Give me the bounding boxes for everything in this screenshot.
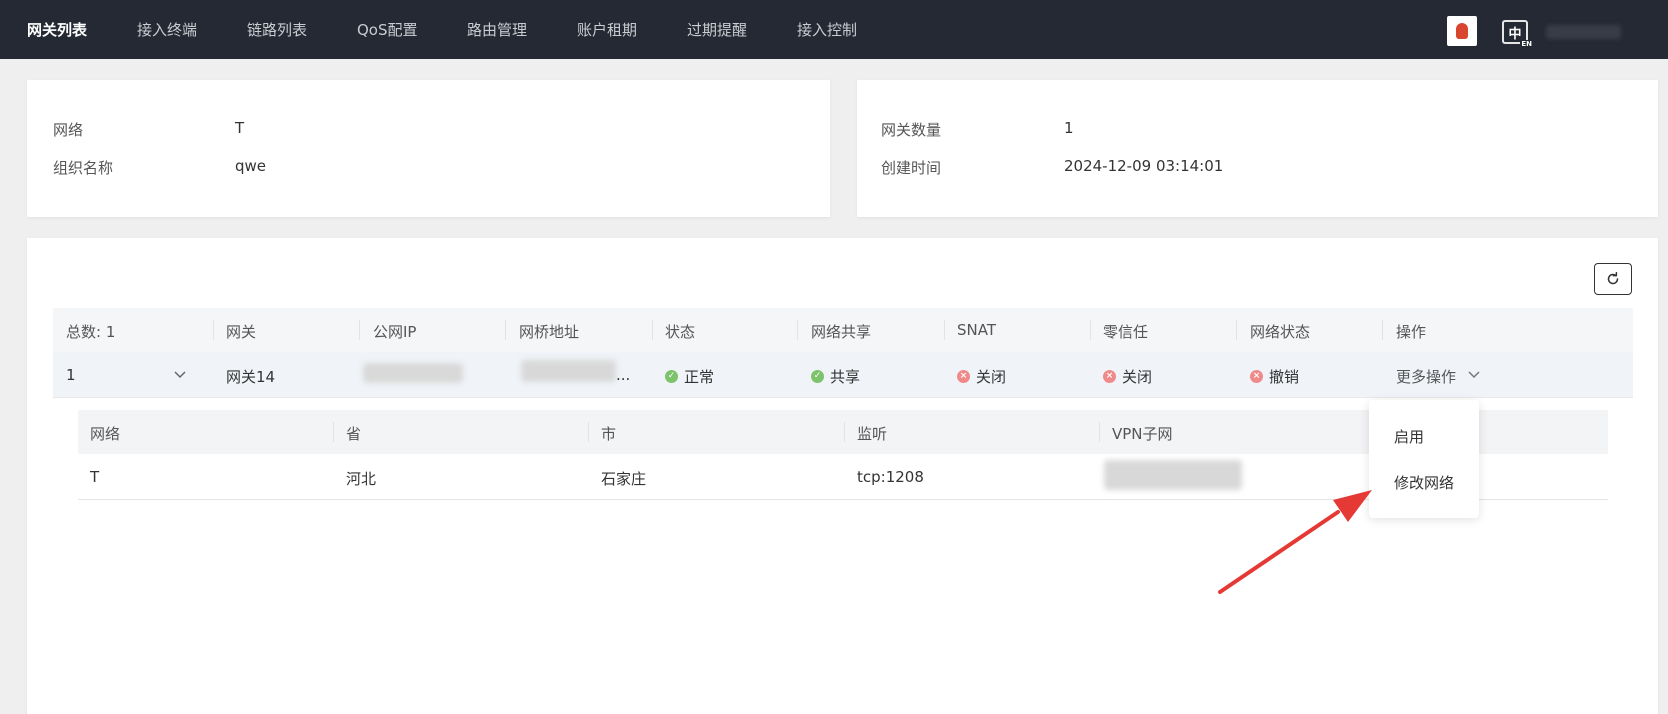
expand-chevron-icon[interactable] (173, 370, 187, 380)
avatar-image (1456, 23, 1468, 39)
header-gateway: 网关 (226, 323, 257, 341)
row-snat: × 关闭 (957, 366, 1006, 387)
header-divider (1090, 320, 1091, 340)
header-snat: SNAT (957, 321, 997, 339)
row-snat-text: 关闭 (976, 368, 1007, 386)
lang-sub-label: EN (1520, 40, 1533, 48)
header-network-share: 网络共享 (811, 323, 872, 341)
close-circle-icon: × (1250, 370, 1263, 383)
bridge-address-redacted (521, 360, 616, 382)
nav-link-list[interactable]: 链路列表 (247, 19, 307, 40)
header-divider (359, 320, 360, 340)
nav-qos-config[interactable]: QoS配置 (357, 19, 418, 40)
dropdown-item-edit-network[interactable]: 修改网络 (1394, 472, 1454, 493)
sub-row-network: T (90, 468, 100, 486)
nav-gateway-list[interactable]: 网关列表 (27, 19, 87, 40)
username-redacted[interactable] (1546, 25, 1621, 39)
chevron-down-icon[interactable] (1467, 370, 1481, 380)
refresh-icon (1607, 271, 1619, 285)
header-zero-trust: 零信任 (1103, 323, 1149, 341)
header-divider (213, 320, 214, 340)
header-divider (1236, 320, 1237, 340)
gateway-summary-card: 网关数量 1 创建时间 2024-12-09 03:14:01 (857, 80, 1658, 217)
header-divider (1099, 422, 1100, 442)
row-network-status: × 撤销 (1250, 366, 1299, 387)
nav-account-lease[interactable]: 账户租期 (577, 19, 637, 40)
public-ip-redacted (363, 363, 463, 383)
sub-row-city: 石家庄 (601, 470, 647, 488)
row-zero-trust: × 关闭 (1103, 366, 1152, 387)
nav-access-control[interactable]: 接入控制 (797, 19, 857, 40)
gateway-count-label: 网关数量 (881, 121, 942, 139)
org-name-value: qwe (235, 157, 267, 175)
sub-header-network: 网络 (90, 425, 121, 443)
header-status: 状态 (665, 323, 696, 341)
row-status-text: 正常 (684, 368, 715, 386)
sub-header-vpn-subnet: VPN子网 (1112, 425, 1173, 443)
nav-route-management[interactable]: 路由管理 (467, 19, 527, 40)
gateway-table-header: 总数: 1 网关 公网IP 网桥地址 状态 网络共享 SNAT 零信任 网络状态… (53, 308, 1633, 352)
header-actions: 操作 (1396, 323, 1427, 341)
avatar[interactable] (1447, 16, 1477, 46)
header-divider (844, 422, 845, 442)
sub-header-listen: 监听 (857, 425, 888, 443)
more-actions-dropdown: 启用 修改网络 (1369, 400, 1479, 518)
check-circle-icon: ✓ (665, 370, 678, 383)
header-divider (505, 320, 506, 340)
row-gateway-name: 网关14 (226, 368, 276, 386)
row-network-status-text: 撤销 (1269, 368, 1300, 386)
language-switch-icon[interactable]: 中 EN (1502, 20, 1533, 48)
vpn-subnet-redacted (1104, 460, 1242, 490)
network-info-card: 网络 T 组织名称 qwe (27, 80, 830, 217)
org-name-label: 组织名称 (53, 159, 114, 177)
more-actions-button[interactable]: 更多操作 (1396, 366, 1456, 387)
nav-expiry-reminder[interactable]: 过期提醒 (687, 19, 747, 40)
row-zero-trust-text: 关闭 (1122, 368, 1153, 386)
row-network-share: ✓ 共享 (811, 366, 860, 387)
close-circle-icon: × (957, 370, 970, 383)
sub-header-city: 市 (601, 425, 617, 443)
row-index: 1 (66, 366, 76, 384)
header-total: 总数: 1 (66, 323, 116, 341)
sub-row-province: 河北 (346, 470, 377, 488)
header-bridge-address: 网桥地址 (519, 323, 580, 341)
lang-main-label: 中 (1508, 26, 1522, 42)
dropdown-item-enable[interactable]: 启用 (1394, 426, 1424, 447)
header-network-status: 网络状态 (1250, 323, 1311, 341)
sub-row-listen: tcp:1208 (857, 468, 924, 486)
header-divider (1382, 320, 1383, 340)
header-divider (333, 422, 334, 442)
gateway-count-value: 1 (1064, 119, 1074, 137)
nav-access-terminal[interactable]: 接入终端 (137, 19, 197, 40)
created-time-value: 2024-12-09 03:14:01 (1064, 157, 1224, 175)
network-label: 网络 (53, 121, 84, 139)
close-circle-icon: × (1103, 370, 1116, 383)
refresh-button[interactable] (1594, 263, 1632, 295)
table-row[interactable]: 1 网关14 ... ✓ 正常 ✓ 共享 × 关闭 × 关闭 × 撤销 更多操作 (53, 352, 1633, 398)
top-nav: 网关列表 接入终端 链路列表 QoS配置 路由管理 账户租期 过期提醒 接入控制… (0, 0, 1668, 59)
header-divider (797, 320, 798, 340)
network-value: T (235, 119, 245, 137)
row-network-share-text: 共享 (830, 368, 861, 386)
row-status: ✓ 正常 (665, 366, 714, 387)
header-divider (944, 320, 945, 340)
header-divider (588, 422, 589, 442)
sub-header-province: 省 (346, 425, 362, 443)
bridge-address-ellipsis: ... (616, 366, 631, 384)
header-divider (652, 320, 653, 340)
header-public-ip: 公网IP (373, 323, 417, 341)
created-time-label: 创建时间 (881, 159, 942, 177)
check-circle-icon: ✓ (811, 370, 824, 383)
